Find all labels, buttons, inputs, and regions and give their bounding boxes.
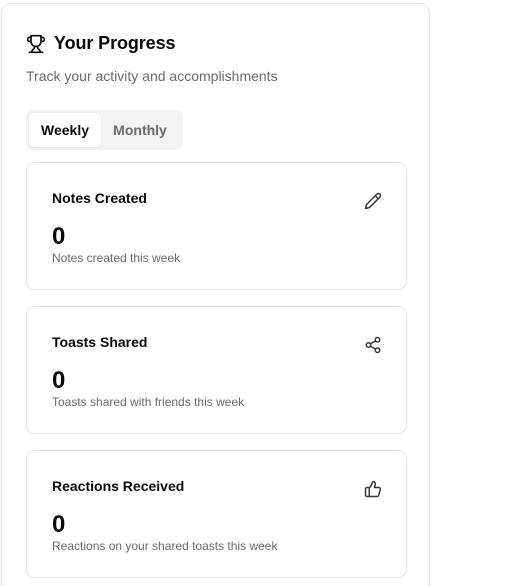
reactions-received-card: Reactions Received 0 Reactions on your s… (26, 450, 407, 578)
card-value: 0 (52, 511, 66, 538)
card-label: Notes Created (52, 190, 147, 206)
card-label: Toasts Shared (52, 334, 148, 350)
progress-panel: Your Progress Track your activity and ac… (1, 3, 430, 586)
pencil-icon (364, 192, 382, 210)
card-label: Reactions Received (52, 478, 185, 494)
period-tabs: Weekly Monthly (26, 110, 183, 150)
page-title: Your Progress (54, 33, 176, 53)
share-icon (364, 336, 382, 354)
notes-created-card: Notes Created 0 Notes created this week (26, 162, 407, 290)
tab-monthly[interactable]: Monthly (101, 113, 179, 147)
header: Your Progress (26, 33, 176, 54)
card-description: Toasts shared with friends this week (52, 395, 245, 409)
card-value: 0 (52, 223, 66, 250)
tab-weekly[interactable]: Weekly (29, 113, 101, 147)
toasts-shared-card: Toasts Shared 0 Toasts shared with frien… (26, 306, 407, 434)
thumbs-up-icon (364, 480, 382, 498)
card-value: 0 (52, 367, 66, 394)
card-description: Reactions on your shared toasts this wee… (52, 539, 278, 553)
card-description: Notes created this week (52, 251, 181, 265)
page-subtitle: Track your activity and accomplishments (26, 68, 278, 84)
trophy-icon (26, 34, 46, 54)
